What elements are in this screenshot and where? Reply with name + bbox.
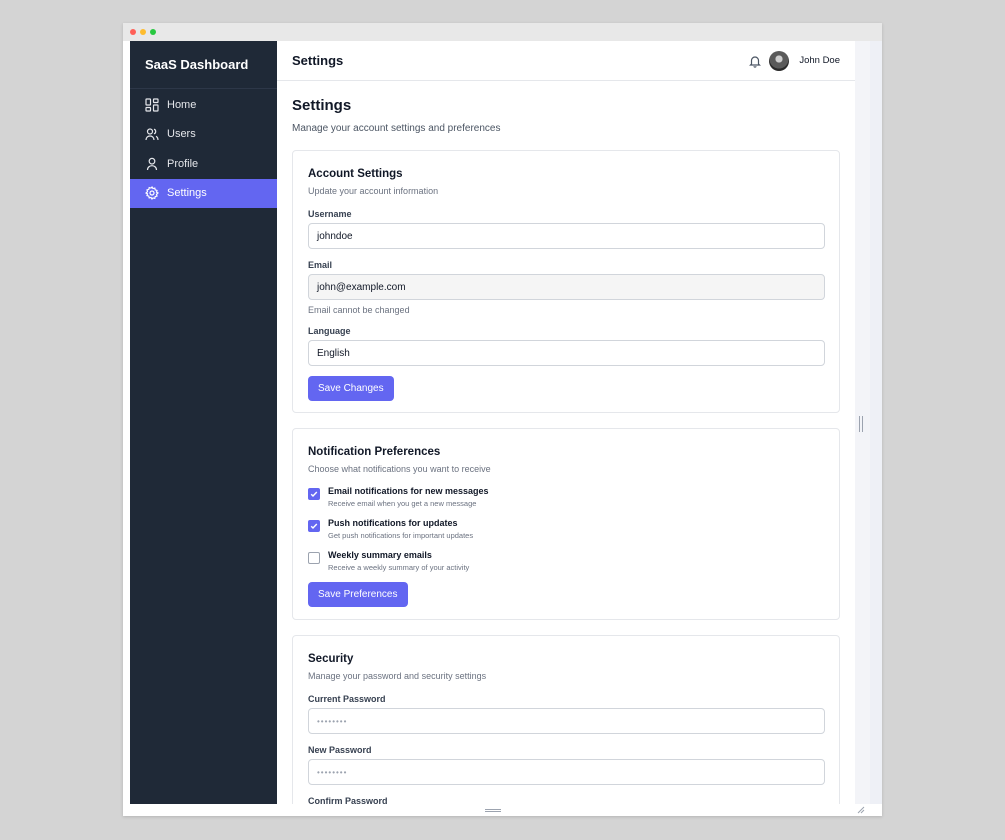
page-title: Settings — [292, 97, 352, 114]
save-changes-button[interactable]: Save Changes — [308, 376, 394, 401]
language-label: Language — [308, 326, 351, 336]
notification-option-push[interactable]: Push notifications for updates Get push … — [308, 518, 824, 540]
push-notifications-checkbox[interactable] — [308, 520, 320, 532]
bottom-resize-bar — [130, 804, 882, 816]
sidebar-item-label: Users — [167, 128, 196, 141]
card-description: Choose what notifications you want to re… — [308, 464, 491, 474]
top-bar: Settings John Doe — [277, 41, 855, 81]
sidebar-item-label: Home — [167, 98, 197, 111]
gear-icon — [145, 186, 159, 201]
page-subtitle: Manage your account settings and prefere… — [292, 123, 501, 134]
close-window-dot[interactable] — [130, 29, 136, 35]
username-label: Username — [308, 209, 352, 219]
sidebar-item-label: Settings — [167, 187, 207, 200]
card-description: Manage your password and security settin… — [308, 671, 487, 681]
notification-preferences-card: Notification Preferences Choose what not… — [292, 428, 840, 620]
new-password-input[interactable]: •••••••• — [308, 759, 825, 785]
home-grid-icon — [145, 98, 159, 112]
card-description: Update your account information — [308, 186, 439, 196]
current-password-value: •••••••• — [317, 716, 348, 726]
notification-option-weekly[interactable]: Weekly summary emails Receive a weekly s… — [308, 550, 824, 572]
option-title: Email notifications for new messages — [328, 486, 489, 496]
new-password-value: •••••••• — [317, 767, 348, 777]
email-label: Email — [308, 260, 333, 270]
username-input[interactable]: johndoe — [308, 223, 825, 249]
email-input: john@example.com — [308, 274, 825, 300]
brand-title: SaaS Dashboard — [130, 41, 277, 89]
option-title: Weekly summary emails — [328, 550, 432, 560]
header-title: Settings — [292, 53, 344, 68]
bottom-resize-grip[interactable] — [485, 809, 501, 812]
user-icon — [146, 157, 158, 170]
minimize-window-dot[interactable] — [140, 29, 146, 35]
card-title: Account Settings — [308, 168, 403, 180]
sidebar-item-settings[interactable]: Settings — [130, 178, 277, 208]
email-notifications-checkbox[interactable] — [308, 488, 320, 500]
bell-icon[interactable] — [748, 54, 762, 68]
users-icon — [145, 128, 159, 141]
language-select[interactable]: English — [308, 340, 825, 366]
sidebar-item-home[interactable]: Home — [130, 90, 277, 120]
save-preferences-button[interactable]: Save Preferences — [308, 582, 408, 607]
scroll-grip-handle[interactable] — [859, 416, 863, 432]
email-helper-text: Email cannot be changed — [308, 305, 410, 315]
security-card: Security Manage your password and securi… — [292, 635, 840, 804]
browser-window: SaaS Dashboard Home Users Profile Settin… — [123, 23, 882, 816]
main-panel: Settings John Doe Settings Manage your a… — [277, 41, 855, 804]
resize-corner-icon[interactable] — [857, 806, 865, 814]
current-password-label: Current Password — [308, 694, 386, 704]
header-user-area: John Doe — [748, 50, 840, 71]
settings-content: Settings Manage your account settings an… — [277, 81, 855, 804]
card-title: Notification Preferences — [308, 446, 441, 458]
language-value: English — [317, 347, 350, 359]
option-description: Receive a weekly summary of your activit… — [328, 563, 470, 572]
email-value: john@example.com — [317, 281, 406, 293]
new-password-label: New Password — [308, 745, 372, 755]
check-icon — [310, 523, 318, 530]
avatar[interactable] — [769, 50, 790, 71]
maximize-window-dot[interactable] — [150, 29, 156, 35]
user-name[interactable]: John Doe — [799, 55, 840, 66]
sidebar-item-profile[interactable]: Profile — [130, 149, 277, 179]
option-description: Get push notifications for important upd… — [328, 531, 474, 540]
card-title: Security — [308, 653, 354, 665]
account-settings-card: Account Settings Update your account inf… — [292, 150, 840, 413]
sidebar-item-users[interactable]: Users — [130, 120, 277, 150]
option-title: Push notifications for updates — [328, 518, 458, 528]
weekly-summary-checkbox[interactable] — [308, 552, 320, 564]
option-description: Receive email when you get a new message — [328, 499, 477, 508]
confirm-password-label: Confirm Password — [308, 796, 388, 804]
window-titlebar — [123, 23, 882, 41]
check-icon — [310, 491, 318, 498]
username-value: johndoe — [317, 230, 353, 242]
notification-option-email[interactable]: Email notifications for new messages Rec… — [308, 486, 824, 508]
sidebar: SaaS Dashboard Home Users Profile Settin… — [130, 41, 277, 804]
current-password-input[interactable]: •••••••• — [308, 708, 825, 734]
sidebar-item-label: Profile — [167, 157, 199, 170]
